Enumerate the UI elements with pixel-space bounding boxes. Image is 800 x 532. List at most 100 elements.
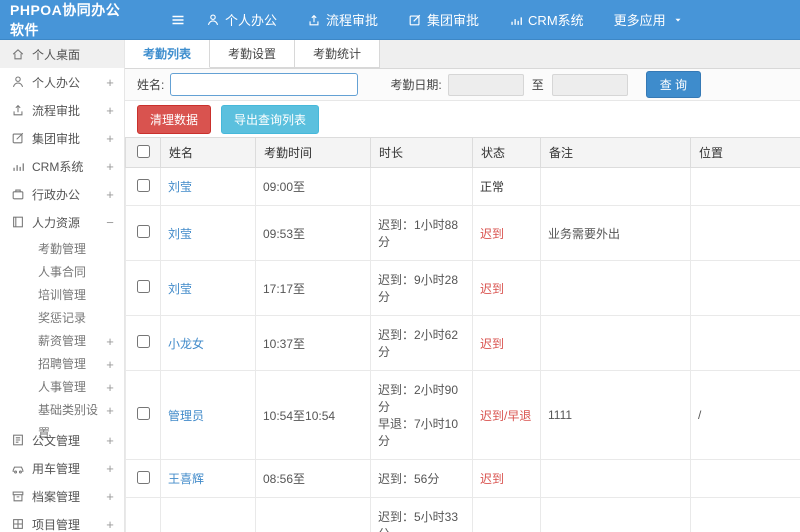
employee-name-link[interactable]: 小龙女 [160,315,256,371]
location-cell [690,167,800,206]
tab-attendance-list[interactable]: 考勤列表 [125,40,211,68]
location-cell: / [690,370,800,460]
sidebar-item-human-resources[interactable]: 人力资源 − [0,208,124,236]
status-cell: 迟到 [472,459,541,498]
date-to-input[interactable] [551,73,628,96]
employee-name-link[interactable]: 黄蓉 [160,497,256,532]
expand-icon[interactable]: + [104,159,116,174]
bar-chart-icon [11,159,25,173]
sidebar-item-personal-office[interactable]: 个人办公 + [0,68,124,96]
tab-attendance-statistics[interactable]: 考勤统计 [295,40,381,68]
status-cell: 正常 [472,167,541,206]
remark-cell [540,167,691,206]
attendance-time-cell: 10:54至10:54 [255,370,371,460]
sidebar-item-label: 档案管理 [32,489,81,504]
sidebar-item-archive-management[interactable]: 档案管理 + [0,482,124,510]
remark-cell [540,315,691,371]
sidebar-item-vehicle-management[interactable]: 用车管理 + [0,454,124,482]
row-checkbox[interactable] [136,407,150,420]
filter-bar: 姓名: 考勤日期: 至 查 询 [125,69,800,101]
sidebar-subitem-hr-contract[interactable]: 人事合同 [0,261,124,284]
table-row: 刘莹 17:17至 迟到：9小时28分 迟到 [125,260,800,316]
employee-name-link[interactable]: 王喜辉 [160,459,256,498]
status-cell: 迟到/早退 [472,497,541,532]
sidebar-subitem-personnel-management[interactable]: 人事管理 + [0,376,124,399]
sidebar-item-label: 公文管理 [32,433,81,448]
sidebar-item-project-management[interactable]: 项目管理 + [0,510,124,532]
employee-name-link[interactable]: 管理员 [160,370,256,460]
status-cell: 迟到 [472,315,541,371]
column-header-duration: 时长 [370,137,473,168]
sidebar-item-crm-system[interactable]: CRM系统 + [0,152,124,180]
duration-cell: 迟到：56分 [370,459,473,498]
name-filter-input[interactable] [170,73,359,96]
sidebar-item-workflow-approval[interactable]: 流程审批 + [0,96,124,124]
location-cell [690,459,800,498]
column-header-remark: 备注 [540,137,691,168]
sidebar-item-personal-desktop[interactable]: 个人桌面 [0,40,124,68]
collapse-icon[interactable]: − [104,215,116,230]
sidebar-item-group-approval[interactable]: 集团审批 + [0,124,124,152]
archive-icon [11,489,25,503]
row-checkbox[interactable] [136,280,150,293]
expand-icon[interactable]: + [104,131,116,146]
employee-name-link[interactable]: 刘莹 [160,205,256,261]
sidebar-subitem-salary-management[interactable]: 薪资管理 + [0,330,124,353]
sidebar-subitem-attendance-management[interactable]: 考勤管理 [0,238,124,261]
expand-icon[interactable]: + [104,353,116,376]
duration-cell: 迟到：1小时88分 [370,205,473,261]
search-button[interactable]: 查 询 [645,71,702,98]
sidebar-item-document-management[interactable]: 公文管理 + [0,426,124,454]
remark-cell: 1111 [540,370,691,460]
expand-icon[interactable]: + [104,517,116,532]
nav-personal-office[interactable]: 个人办公 [206,10,277,29]
attendance-table-container: 姓名 考勤时间 时长 状态 备注 位置 刘莹 09:00至 正常 刘莹 09:5… [125,137,800,532]
nav-label: 更多应用 [613,13,666,28]
sidebar-subitem-recruit-management[interactable]: 招聘管理 + [0,353,124,376]
export-list-button[interactable]: 导出查询列表 [221,104,320,134]
employee-name-link[interactable]: 刘莹 [160,260,256,316]
location-cell [690,315,800,371]
nav-more-apps[interactable]: 更多应用 [614,10,683,29]
sidebar-item-label: CRM系统 [32,159,84,174]
expand-icon[interactable]: + [104,399,116,422]
table-row: 小龙女 10:37至 迟到：2小时62分 迟到 [125,315,800,371]
sidebar-item-label: 流程审批 [32,103,81,118]
expand-icon[interactable]: + [104,103,116,118]
row-checkbox[interactable] [136,225,150,238]
sidebar-subitem-base-category-settings[interactable]: 基础类别设置 + [0,399,124,440]
table-row: 刘莹 09:00至 正常 [125,167,800,206]
expand-icon[interactable]: + [104,75,116,90]
nav-crm-system[interactable]: CRM系统 [509,10,584,29]
select-all-checkbox[interactable] [136,144,150,158]
tab-attendance-settings[interactable]: 考勤设置 [210,40,296,68]
expand-icon[interactable]: + [104,330,116,353]
remark-cell: 业务需要外出 [540,205,691,261]
employee-name-link[interactable]: 刘莹 [160,167,256,206]
expand-icon[interactable]: + [104,376,116,399]
row-checkbox[interactable] [136,470,150,484]
date-from-input[interactable] [447,73,524,96]
clean-data-button[interactable]: 清理数据 [137,104,212,134]
table-row: 管理员 10:54至10:54 迟到：2小时90分 早退：7小时10分 迟到/早… [125,370,800,460]
expand-icon[interactable]: + [104,489,116,504]
hamburger-menu-icon[interactable] [170,12,186,28]
expand-icon[interactable]: + [104,461,116,476]
sidebar-subitem-label: 培训管理 [38,288,87,302]
sidebar-subitem-label: 人事管理 [38,380,87,394]
sidebar-subitem-reward-records[interactable]: 奖惩记录 [0,307,124,330]
edit-icon [11,131,25,145]
expand-icon[interactable]: + [104,187,116,202]
tab-label: 考勤设置 [228,47,277,61]
row-checkbox[interactable] [136,178,150,192]
row-checkbox[interactable] [136,335,150,348]
column-header-status: 状态 [472,137,541,168]
sidebar-subitem-training-management[interactable]: 培训管理 [0,284,124,307]
nav-workflow-approval[interactable]: 流程审批 [307,10,378,29]
expand-icon[interactable]: + [104,433,116,448]
remark-cell [540,497,691,532]
nav-group-approval[interactable]: 集团审批 [408,10,479,29]
sidebar-item-admin-office[interactable]: 行政办公 + [0,180,124,208]
tab-strip: 考勤列表 考勤设置 考勤统计 [125,40,800,69]
bar-chart-icon [509,13,523,27]
